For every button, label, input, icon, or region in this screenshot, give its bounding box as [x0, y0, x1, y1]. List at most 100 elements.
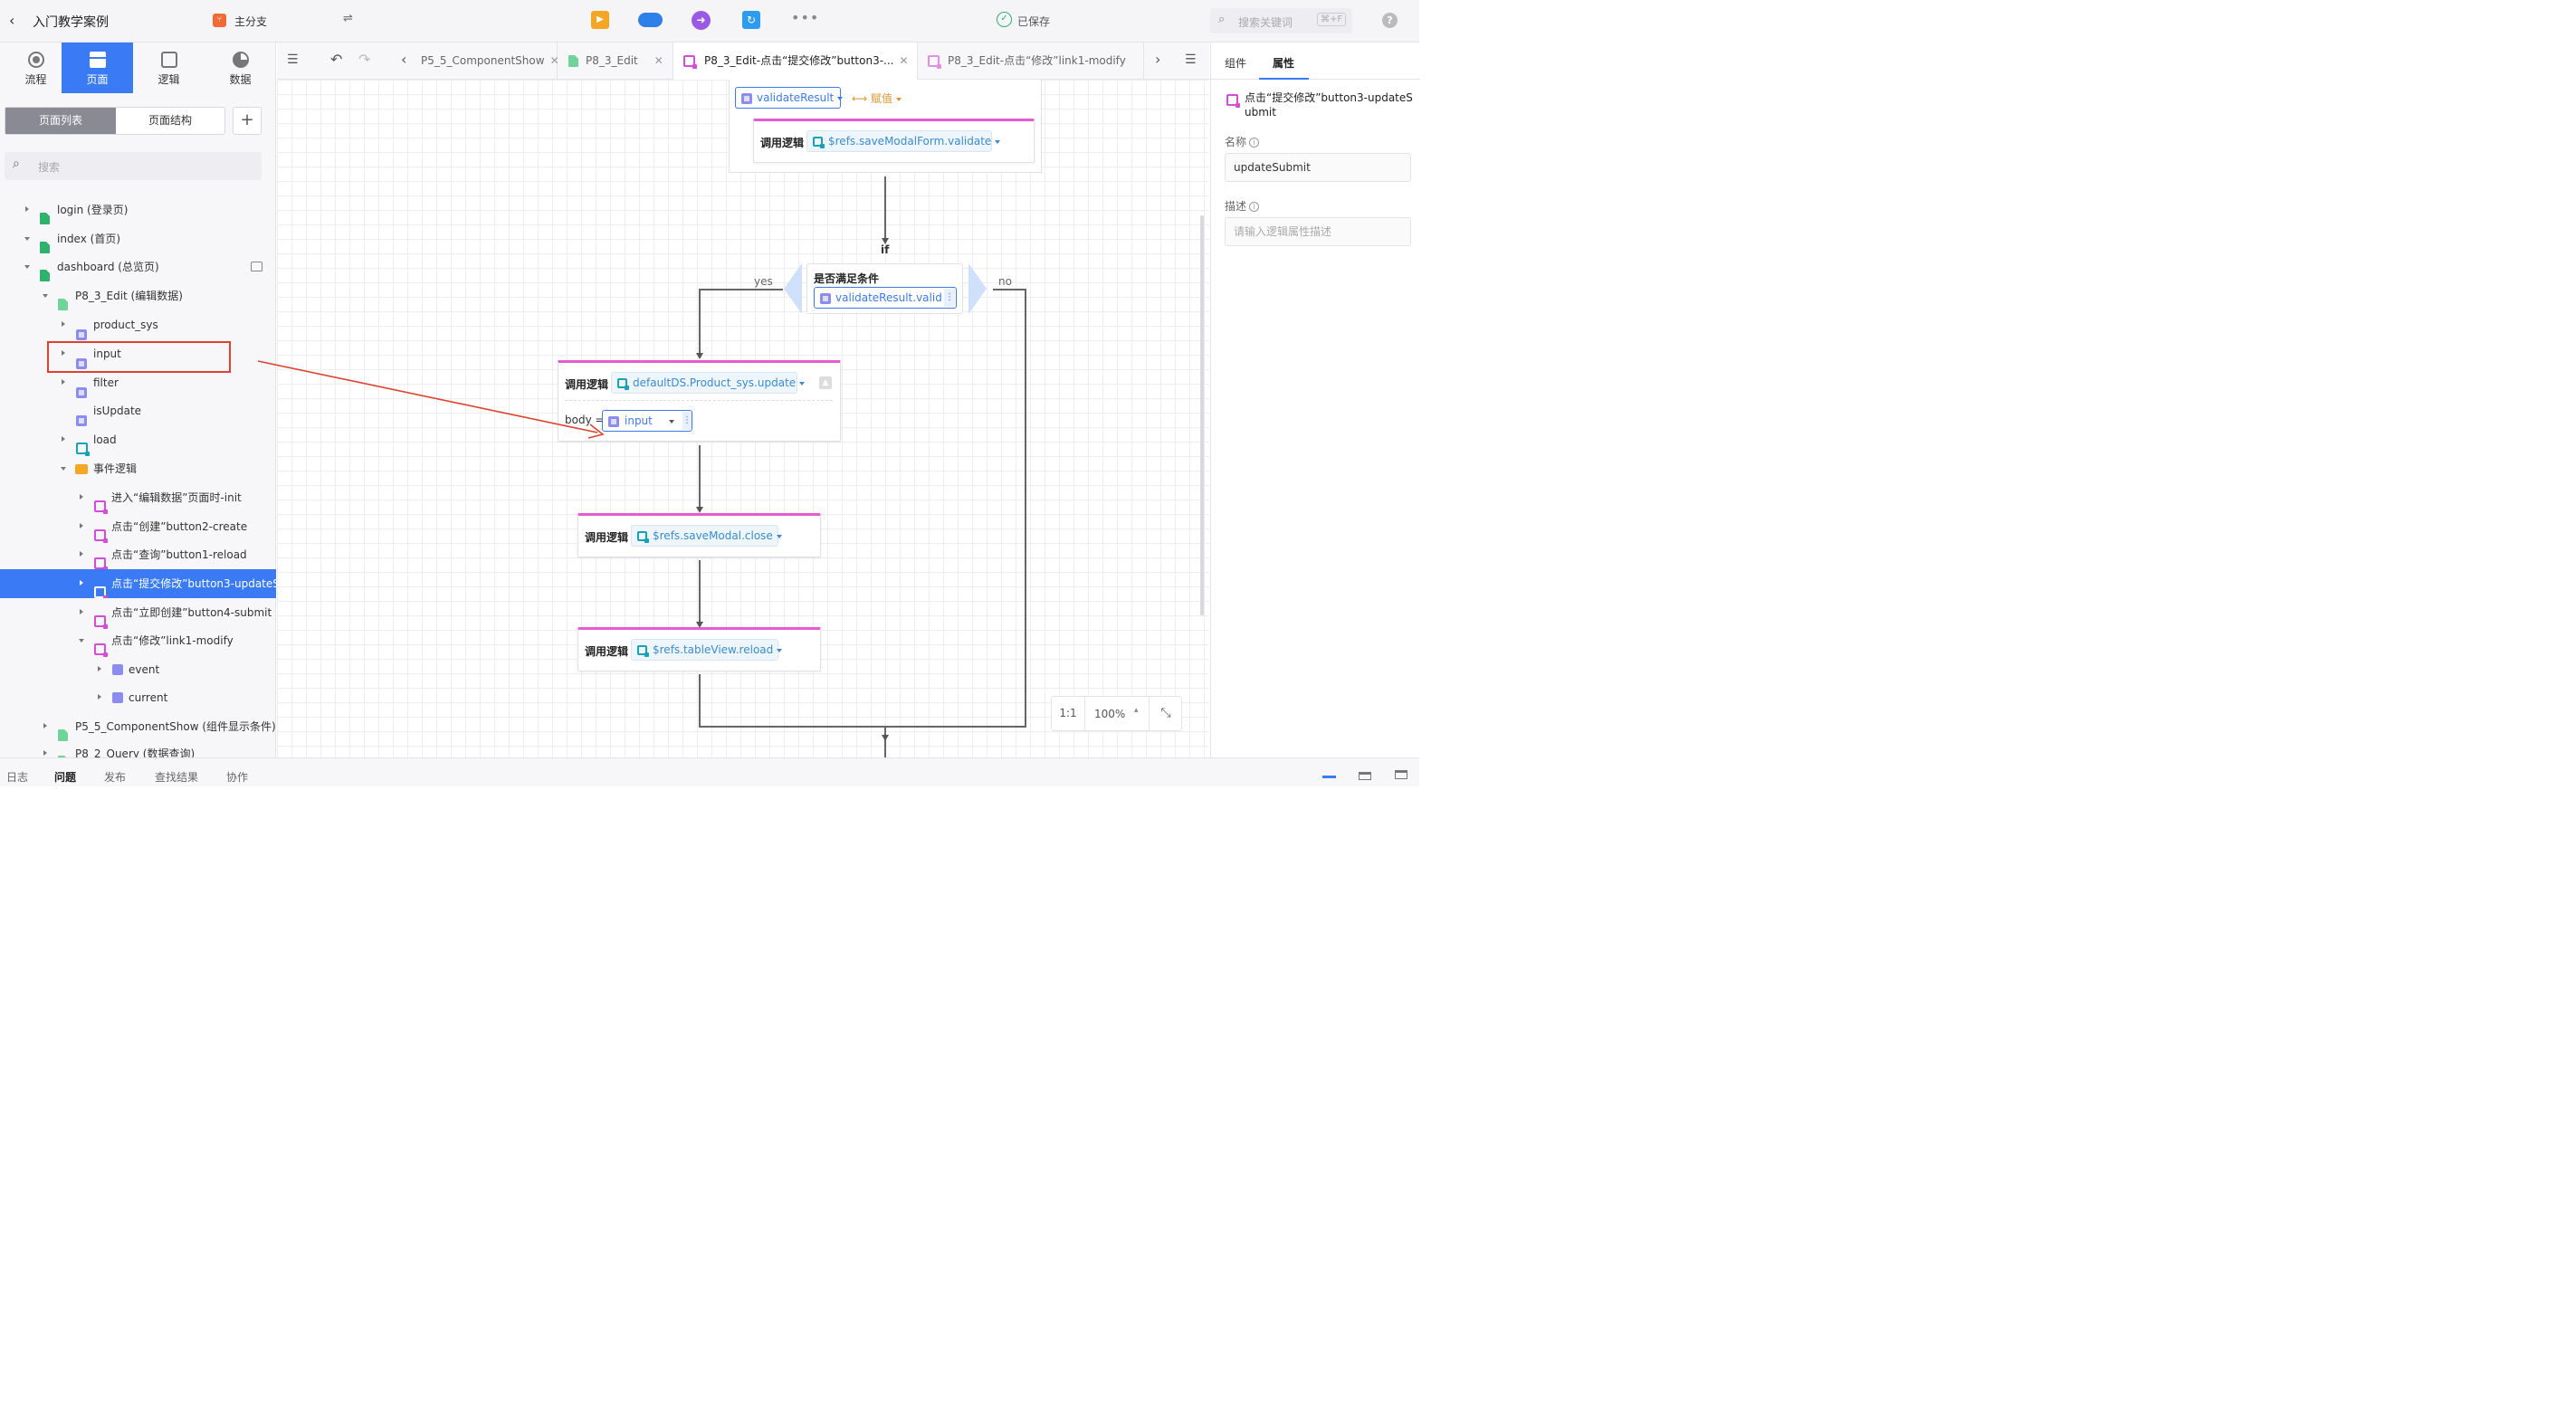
zoom-level-select[interactable]: 100% — [1094, 708, 1125, 720]
segment-page-list[interactable]: 页面列表 — [5, 108, 116, 134]
expand-caret-icon[interactable] — [62, 321, 65, 327]
global-search[interactable]: ⌕ 搜索关键词 ⌘+F — [1210, 8, 1352, 33]
expand-caret-icon[interactable] — [98, 666, 101, 671]
sync-icon[interactable]: ↻ — [742, 11, 760, 29]
expand-caret-icon[interactable] — [80, 551, 83, 557]
tree-item-reload[interactable]: 点击“查询”button1-reload — [0, 540, 276, 571]
bottom-tab-find-results[interactable]: 查找结果 — [155, 769, 198, 785]
segment-page-structure[interactable]: 页面结构 — [116, 108, 224, 134]
call-logic-card-reload[interactable]: 调用逻辑 $refs.tableView.reload — [577, 627, 821, 671]
expand-caret-icon[interactable] — [62, 379, 65, 385]
tree-item-modify[interactable]: 点击“修改”link1-modify — [0, 626, 276, 657]
collapse-caret-icon[interactable] — [61, 467, 66, 471]
expand-caret-icon[interactable] — [80, 494, 83, 500]
chevron-up-icon[interactable]: ▴ — [1134, 706, 1139, 715]
switch-branch-icon[interactable]: ⇌ — [343, 12, 353, 25]
layout-full-icon[interactable] — [1395, 770, 1407, 779]
logic-target-select[interactable]: defaultDS.Product_sys.update — [611, 372, 806, 394]
more-vertical-icon[interactable]: ⋮ — [682, 412, 692, 430]
description-input[interactable]: 请输入逻辑属性描述 — [1225, 217, 1411, 246]
expand-caret-icon[interactable] — [80, 609, 83, 614]
page-search-input[interactable]: ⌕ 搜索 — [5, 152, 262, 180]
help-icon[interactable]: ? — [1382, 13, 1398, 28]
expand-caret-icon[interactable] — [98, 694, 101, 700]
bottom-tab-log[interactable]: 日志 — [6, 769, 28, 785]
logic-target-select[interactable]: $refs.saveModalForm.validate — [806, 130, 1001, 152]
call-logic-card-validate[interactable]: 调用逻辑 $refs.saveModalForm.validate — [753, 119, 1035, 163]
tree-item-init[interactable]: 进入“编辑数据”页面时-init — [0, 483, 276, 514]
layout-middle-icon[interactable] — [1359, 772, 1371, 780]
redo-icon[interactable]: ↷ — [358, 51, 370, 68]
add-page-button[interactable]: + — [233, 107, 262, 135]
tree-item-p8-3-edit[interactable]: P8_3_Edit (编辑数据) — [0, 281, 276, 310]
expand-caret-icon[interactable] — [43, 723, 47, 728]
collapse-caret-icon[interactable] — [24, 265, 30, 269]
expand-caret-icon[interactable] — [80, 580, 83, 585]
tree-item-event[interactable]: event — [0, 655, 276, 684]
publish-icon[interactable]: ➜ — [692, 11, 711, 30]
undo-icon[interactable]: ↶ — [330, 51, 342, 68]
tab-list-icon[interactable]: ☰ — [1185, 52, 1197, 67]
tab-scroll-right-icon[interactable]: › — [1155, 51, 1160, 68]
condition-node[interactable]: 是否满足条件 validateResult.valid ⋮ — [806, 263, 963, 314]
tab-p8-3-edit[interactable]: P8_3_Edit ✕ — [558, 43, 673, 80]
call-logic-card-close[interactable]: 调用逻辑 $refs.saveModal.close — [577, 513, 821, 557]
run-icon[interactable]: ▶ — [591, 11, 609, 29]
condition-expression-select[interactable]: validateResult.valid — [814, 287, 957, 309]
tree-item-login[interactable]: login (登录页) — [0, 195, 276, 224]
call-logic-card-update[interactable]: 调用逻辑 defaultDS.Product_sys.update ▲ body… — [558, 360, 841, 442]
layout-bottom-icon[interactable] — [1322, 776, 1336, 778]
nav-tab-logic[interactable]: 逻辑 — [133, 43, 205, 93]
info-icon[interactable]: i — [1249, 138, 1260, 148]
tree-item-dashboard[interactable]: dashboard (总览页) — [0, 252, 276, 281]
tab-properties[interactable]: 属性 — [1273, 55, 1294, 71]
info-icon[interactable]: i — [1249, 202, 1260, 212]
tab-update-submit[interactable]: P8_3_Edit-点击“提交修改”button3-... ✕ — [673, 43, 918, 80]
tree-item-update-submit-selected[interactable]: 点击“提交修改”button3-updateSubmit — [0, 569, 276, 598]
param-value-select[interactable]: input — [602, 410, 692, 432]
tab-components[interactable]: 组件 — [1225, 55, 1246, 71]
expand-caret-icon[interactable] — [43, 750, 47, 756]
home-icon[interactable] — [251, 262, 262, 271]
collapse-caret-icon[interactable] — [43, 294, 48, 298]
tree-item-current[interactable]: current — [0, 683, 276, 712]
bottom-tab-issues[interactable]: 问题 — [54, 769, 76, 785]
logic-target-select[interactable]: $refs.saveModal.close — [631, 525, 782, 547]
collapse-sidebar-icon[interactable]: ☰ — [287, 52, 299, 67]
collapse-caret-icon[interactable] — [24, 237, 30, 241]
tree-item-submit[interactable]: 点击“立即创建”button4-submit — [0, 598, 276, 629]
collapse-caret-icon[interactable] — [79, 639, 84, 643]
fit-screen-icon[interactable]: ⤡ — [1149, 697, 1182, 730]
more-icon[interactable]: ••• — [791, 9, 819, 26]
canvas-scrollbar[interactable] — [1200, 215, 1204, 615]
tree-item-product-sys[interactable]: product_sys — [0, 310, 276, 340]
nav-tab-data[interactable]: 数据 — [205, 43, 276, 93]
tab-p5-5-componentshow[interactable]: P5_5_ComponentShow ✕ — [406, 43, 559, 80]
expand-caret-icon[interactable] — [25, 206, 29, 212]
expand-caret-icon[interactable] — [62, 436, 65, 442]
more-vertical-icon[interactable]: ⋮ — [944, 289, 955, 307]
expand-caret-icon[interactable] — [80, 523, 83, 528]
collapse-card-icon[interactable]: ▲ — [819, 376, 832, 389]
logic-target-select[interactable]: $refs.tableView.reload — [631, 639, 783, 661]
zoom-reset-button[interactable]: 1:1 — [1052, 697, 1085, 730]
tree-item-p5-5[interactable]: P5_5_ComponentShow (组件显示条件) — [0, 712, 276, 741]
bottom-tab-publish[interactable]: 发布 — [104, 769, 126, 785]
nav-tab-page[interactable]: 页面 — [62, 43, 133, 93]
assign-operator-select[interactable]: ⟷ 赋值 — [852, 90, 902, 106]
tree-item-isupdate[interactable]: isUpdate — [0, 396, 276, 426]
tree-item-p8-2[interactable]: P8_2_Query (数据查询) — [0, 741, 276, 757]
tree-item-create[interactable]: 点击“创建”button2-create — [0, 512, 276, 543]
assign-target-select[interactable]: validateResult — [735, 87, 844, 109]
branch-selector[interactable]: ⑂ 主分支 ⇌ — [205, 8, 365, 33]
tree-item-load[interactable]: load — [0, 425, 276, 456]
tab-modify[interactable]: P8_3_Edit-点击“修改”link1-modify — [918, 43, 1144, 80]
tree-item-index[interactable]: index (首页) — [0, 224, 276, 253]
close-icon[interactable]: ✕ — [900, 54, 909, 67]
tree-item-event-logic-folder[interactable]: 事件逻辑 — [0, 454, 276, 483]
back-icon[interactable]: ‹ — [9, 12, 14, 29]
close-icon[interactable]: ✕ — [654, 54, 663, 67]
cloud-icon[interactable] — [638, 13, 663, 27]
name-input[interactable]: updateSubmit — [1225, 153, 1411, 182]
bottom-tab-collab[interactable]: 协作 — [226, 769, 248, 785]
